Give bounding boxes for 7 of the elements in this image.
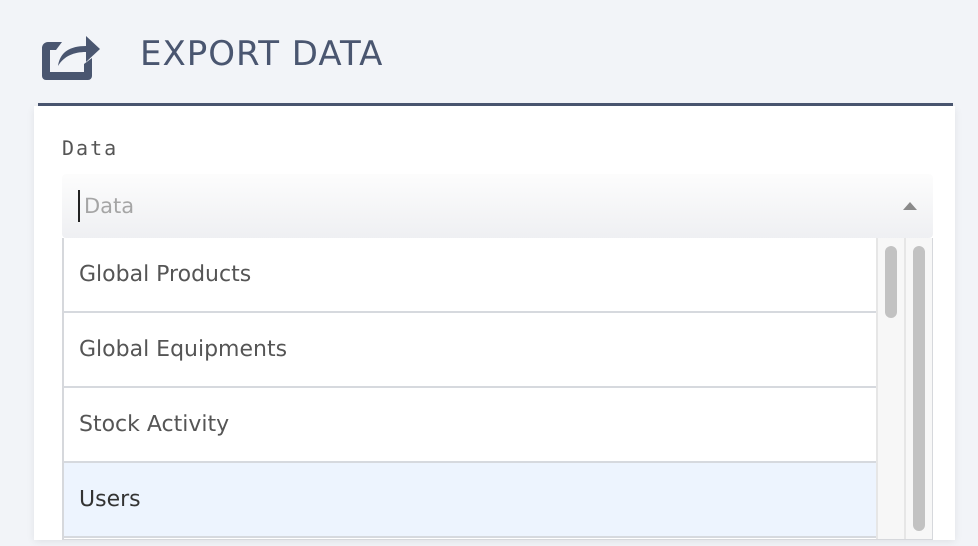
scrollbar[interactable] (904, 238, 932, 539)
scroll-thumb[interactable] (885, 246, 897, 318)
field-label: Data (62, 136, 118, 160)
scroll-thumb[interactable] (913, 246, 925, 531)
scrollbar[interactable] (876, 238, 904, 539)
dropdown-option[interactable]: Users (64, 463, 876, 538)
page-title: EXPORT DATA (140, 34, 384, 74)
